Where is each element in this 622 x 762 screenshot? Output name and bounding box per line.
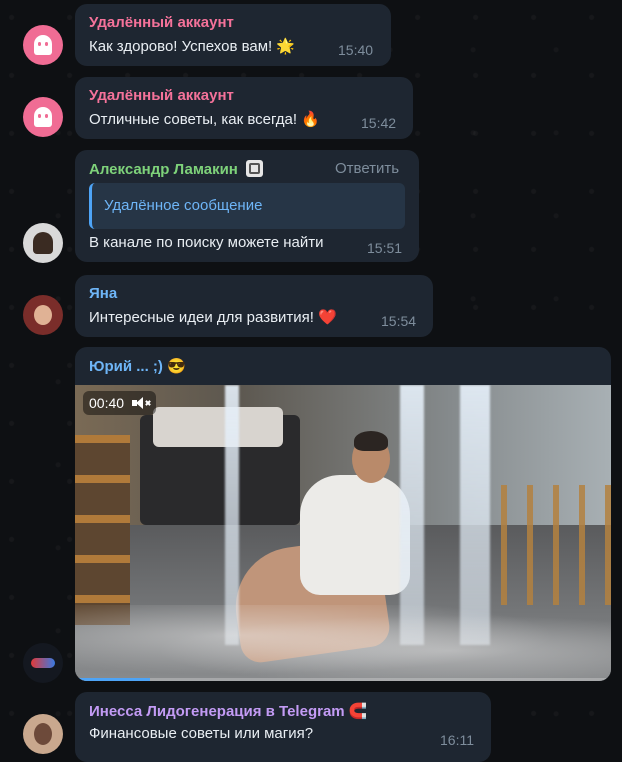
avatar-deleted-account[interactable] <box>23 97 63 137</box>
author-name[interactable]: Удалённый аккаунт <box>89 14 234 31</box>
message-text: Как здорово! Успехов вам! <box>89 38 273 55</box>
message-text: Отличные советы, как всегда! <box>89 111 298 128</box>
avatar-aleksandr[interactable] <box>23 223 63 263</box>
heart-emoji: ❤️ <box>318 309 337 326</box>
message-time: 15:51 <box>367 240 403 256</box>
video-progress-fill <box>75 678 151 681</box>
author-name[interactable]: Александр Ламакин <box>89 160 264 178</box>
message-text-wrap: Как здорово! Успехов вам! 🌟 <box>89 37 295 55</box>
water-foam <box>75 605 611 681</box>
message-text: Интересные идеи для развития! <box>89 309 314 326</box>
message-bubble[interactable]: Удалённый аккаунт Отличные советы, как в… <box>75 77 413 139</box>
reply-button[interactable]: Ответить <box>335 160 399 177</box>
message-text-wrap: Интересные идеи для развития! ❤️ <box>89 308 337 326</box>
author-name[interactable]: Яна <box>89 285 117 302</box>
message-time: 15:54 <box>381 313 417 329</box>
avatar-yana[interactable] <box>23 295 63 335</box>
muted-speaker-icon[interactable] <box>132 396 151 410</box>
message-bubble[interactable]: Инесса Лидогенерация в Telegram 🧲 Финанс… <box>75 692 491 762</box>
message-bubble[interactable]: Александр Ламакин Ответить Удалённое соо… <box>75 150 419 262</box>
helmet-icon <box>31 658 55 668</box>
author-name-text: Инесса Лидогенерация в Telegram <box>89 703 345 720</box>
message-bubble[interactable]: Удалённый аккаунт Как здорово! Успехов в… <box>75 4 391 66</box>
magnet-emoji: 🧲 <box>348 703 368 720</box>
person-icon <box>34 305 52 325</box>
video-duration-badge[interactable]: 00:40 <box>83 391 157 415</box>
video-player[interactable]: 00:40 <box>75 385 611 681</box>
author-name[interactable]: Удалённый аккаунт <box>89 87 234 104</box>
fire-emoji: 🔥 <box>301 111 320 128</box>
avatar-inessa[interactable] <box>23 714 63 754</box>
message-time: 16:11 <box>440 732 474 748</box>
author-name-text: Александр Ламакин <box>89 161 238 178</box>
author-name[interactable]: Инесса Лидогенерация в Telegram 🧲 <box>89 702 367 720</box>
message-bubble[interactable]: Яна Интересные идеи для развития! ❤️ 15:… <box>75 275 433 337</box>
emoji-status-icon: 😎 <box>167 358 186 375</box>
author-name-text: Юрий ... ;) <box>89 358 163 375</box>
message-time: 15:40 <box>338 42 374 58</box>
quoted-message[interactable]: Удалённое сообщение <box>89 183 405 229</box>
avatar-deleted-account[interactable] <box>23 25 63 65</box>
message-text: Финансовые советы или магия? <box>89 725 314 742</box>
person-icon <box>34 723 52 745</box>
message-text-wrap: Отличные советы, как всегда! 🔥 <box>89 110 320 128</box>
avatar-yuriy[interactable] <box>23 643 63 683</box>
video-shelf <box>75 435 130 625</box>
video-progress-bar[interactable] <box>75 678 611 681</box>
author-name[interactable]: Юрий ... ;) 😎 <box>89 357 186 375</box>
ghost-icon <box>34 107 52 127</box>
star-emoji: 🌟 <box>276 38 296 55</box>
video-person-shirt <box>300 475 410 595</box>
admin-badge-icon <box>246 160 264 177</box>
person-icon <box>33 232 53 254</box>
quote-text: Удалённое сообщение <box>104 197 263 214</box>
video-cushion <box>153 407 283 447</box>
video-duration: 00:40 <box>89 395 125 411</box>
video-table <box>501 485 611 605</box>
video-person-hair <box>354 431 388 451</box>
message-text: В канале по поиску можете найти <box>89 234 324 251</box>
ghost-icon <box>34 35 52 55</box>
message-time: 15:42 <box>361 115 397 131</box>
